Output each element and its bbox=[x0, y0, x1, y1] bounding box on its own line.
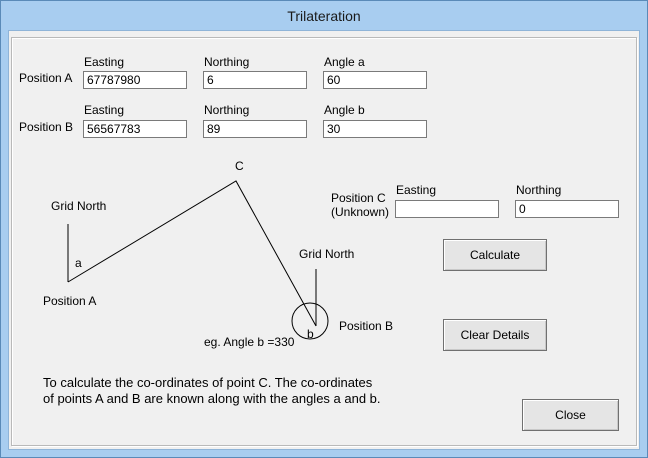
angle-a-diagram-label: a bbox=[75, 256, 82, 270]
position-b-diagram-label: Position B bbox=[339, 319, 394, 333]
clear-details-button[interactable]: Clear Details bbox=[443, 319, 547, 351]
angle-example-label: eg. Angle b =330 bbox=[204, 335, 295, 349]
point-c-label: C bbox=[235, 159, 244, 173]
angle-b-diagram-label: b bbox=[307, 327, 314, 341]
calculate-button[interactable]: Calculate bbox=[443, 239, 547, 271]
close-button[interactable]: Close bbox=[522, 399, 619, 431]
instructions-text: To calculate the co-ordinates of point C… bbox=[43, 375, 381, 406]
grid-north-b-label: Grid North bbox=[299, 247, 355, 261]
grid-north-a-label: Grid North bbox=[51, 199, 107, 213]
position-a-diagram-label: Position A bbox=[43, 294, 97, 308]
